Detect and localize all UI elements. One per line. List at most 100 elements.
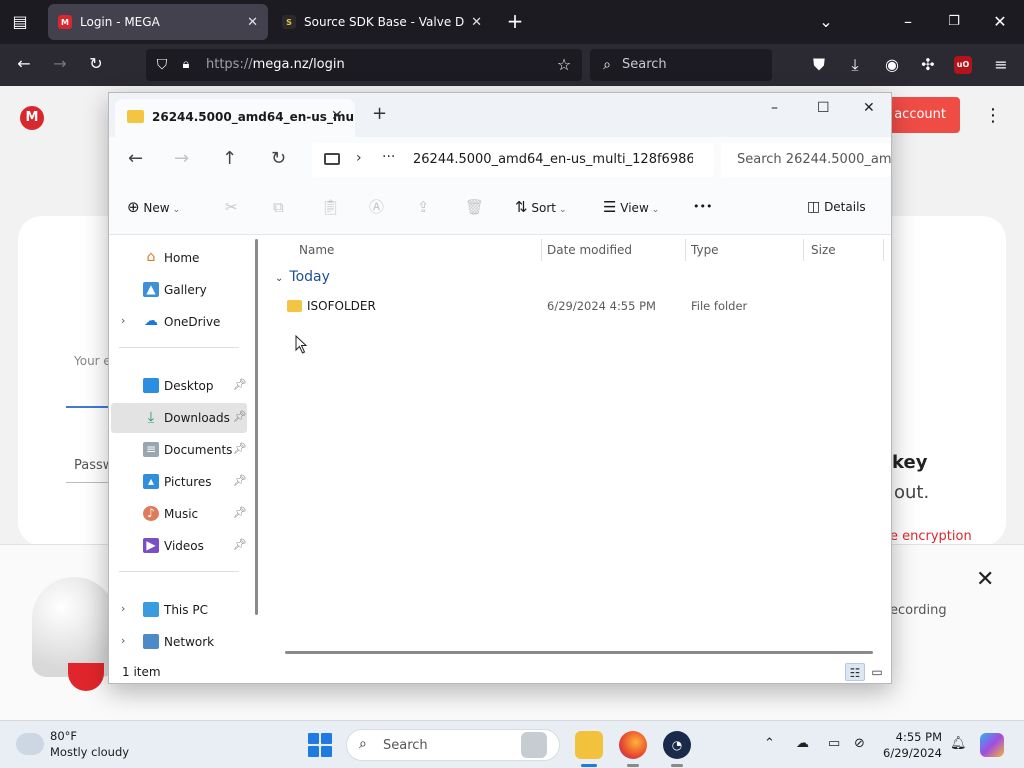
minimize-icon[interactable]: –	[771, 99, 778, 117]
downloads-icon[interactable]: ⤓	[844, 55, 866, 75]
back-icon[interactable]: ←	[14, 54, 34, 74]
paste-icon[interactable]: 📋︎	[321, 198, 340, 216]
column-divider[interactable]	[803, 239, 804, 261]
pin-icon[interactable]: 📌︎	[233, 378, 247, 391]
file-row[interactable]: ISOFOLDER 6/29/2024 4:55 PM File folder	[279, 295, 879, 317]
menu-icon[interactable]: ≡	[990, 55, 1012, 75]
taskbar-search-box[interactable]: ⌕ Search	[346, 729, 560, 761]
nav-item-gallery[interactable]: ▲ Gallery	[111, 275, 247, 305]
cut-icon[interactable]: ✂	[225, 198, 238, 216]
column-divider[interactable]	[883, 239, 884, 261]
tiles-view-icon[interactable]: ▭	[867, 663, 887, 681]
tab-source-sdk[interactable]: S Source SDK Base - Valve Develo ✕	[272, 4, 492, 40]
account-icon[interactable]: ◉	[881, 55, 903, 75]
chevron-right-icon[interactable]: ›	[121, 602, 125, 615]
copy-icon[interactable]: ⧉	[273, 198, 284, 216]
clock-time[interactable]: 4:55 PM	[872, 730, 942, 744]
close-notification-icon[interactable]: ✕	[976, 567, 994, 592]
pin-icon[interactable]: 📌︎	[233, 442, 247, 455]
pin-icon[interactable]: 📌︎	[233, 410, 247, 423]
more-path-icon[interactable]: ···	[382, 149, 395, 165]
tab-login-mega[interactable]: M Login - MEGA ✕	[48, 4, 268, 40]
minimize-icon[interactable]: –	[898, 12, 918, 32]
encryption-link[interactable]: e encryption	[890, 529, 972, 544]
close-window-icon[interactable]: ✕	[990, 12, 1010, 32]
new-tab-icon[interactable]: +	[505, 11, 525, 31]
copilot-icon[interactable]	[980, 733, 1004, 757]
clock-date[interactable]: 6/29/2024	[856, 746, 942, 760]
pin-icon[interactable]: 📌︎	[233, 506, 247, 519]
nav-item-desktop[interactable]: Desktop 📌︎	[111, 371, 247, 401]
chevron-right-icon[interactable]: ›	[121, 314, 125, 327]
weather-condition[interactable]: Mostly cloudy	[50, 745, 129, 759]
forward-icon[interactable]: →	[174, 149, 189, 169]
chevron-right-icon[interactable]: ›	[356, 150, 362, 166]
reload-icon[interactable]: ↻	[86, 54, 106, 74]
onedrive-offline-icon[interactable]: ☁	[796, 735, 809, 753]
mega-logo[interactable]: M	[20, 106, 44, 130]
start-button[interactable]	[308, 733, 332, 757]
column-header-name[interactable]: Name	[299, 243, 334, 257]
ublock-origin-icon[interactable]: uO	[954, 56, 972, 74]
address-bar[interactable]: › ··· 26244.5000_amd64_en-us_multi_128f6…	[312, 143, 714, 177]
firefox-app-icon[interactable]	[619, 731, 647, 767]
notification-bell-icon[interactable]: 🔔︎	[950, 735, 967, 753]
weather-cloud-icon[interactable]	[14, 729, 44, 755]
more-options-icon[interactable]: ⋮	[984, 106, 1002, 126]
nav-item-music[interactable]: ♪ Music 📌︎	[111, 499, 247, 529]
rename-icon[interactable]: Ⓐ	[369, 198, 384, 216]
column-divider[interactable]	[685, 239, 686, 261]
close-tab-icon[interactable]: ✕	[331, 108, 343, 124]
url-bar[interactable]: ⛉ 🔒︎ https://mega.nz/login ☆	[146, 49, 582, 81]
group-header-today[interactable]: ⌄ Today	[275, 269, 330, 285]
pocket-icon[interactable]: ⛊	[808, 55, 830, 75]
list-all-tabs-icon[interactable]: ⌄	[816, 12, 836, 32]
nav-item-pictures[interactable]: ▴ Pictures 📌︎	[111, 467, 247, 497]
share-icon[interactable]: ⇪	[417, 198, 430, 216]
tab-list-icon[interactable]: ▤	[10, 12, 30, 32]
details-view-icon[interactable]: ☷	[845, 663, 865, 681]
show-hidden-icons-icon[interactable]: ⌃	[764, 735, 775, 753]
close-tab-icon[interactable]: ✕	[247, 15, 258, 30]
nav-item-network[interactable]: › Network	[111, 627, 247, 657]
close-tab-icon[interactable]: ✕	[471, 15, 482, 30]
weather-temperature[interactable]: 80°F	[50, 729, 77, 743]
bookmark-star-icon[interactable]: ☆	[554, 55, 574, 75]
file-explorer-app-icon[interactable]	[575, 731, 603, 767]
web-search-box[interactable]: ⌕ Search	[590, 49, 772, 81]
horizontal-scrollbar[interactable]	[285, 651, 873, 654]
column-header-date[interactable]: Date modified	[547, 243, 632, 257]
delete-icon[interactable]: 🗑︎	[465, 198, 484, 216]
new-button[interactable]: ⊕ New ⌄	[127, 198, 180, 219]
shield-icon[interactable]: ⛉	[152, 55, 172, 75]
nav-item-videos[interactable]: ▶ Videos 📌︎	[111, 531, 247, 561]
up-icon[interactable]: ↑	[222, 149, 237, 169]
view-button[interactable]: ☰ View ⌄	[603, 198, 659, 219]
steam-app-icon[interactable]: ◔	[663, 731, 691, 767]
extensions-icon[interactable]: ✣	[917, 55, 939, 75]
back-icon[interactable]: ←	[128, 149, 143, 169]
pin-icon[interactable]: 📌︎	[233, 538, 247, 551]
new-tab-icon[interactable]: +	[372, 105, 387, 123]
explorer-search-input[interactable]: Search 26244.5000_amd6	[721, 143, 891, 177]
maximize-icon[interactable]: ☐	[817, 99, 830, 117]
details-button[interactable]: ◫ Details	[807, 198, 866, 216]
nav-item-this-pc[interactable]: › This PC	[111, 595, 247, 625]
nav-item-downloads[interactable]: ⤓ Downloads 📌︎	[111, 403, 247, 433]
display-icon[interactable]: ▭	[828, 735, 840, 753]
refresh-icon[interactable]: ↻	[271, 149, 286, 169]
chevron-right-icon[interactable]: ›	[121, 634, 125, 647]
pin-icon[interactable]: 📌︎	[233, 474, 247, 487]
lock-icon[interactable]: 🔒︎	[178, 55, 194, 75]
nav-pane-scrollbar[interactable]	[255, 239, 258, 615]
forward-icon[interactable]: →	[50, 54, 70, 74]
sort-button[interactable]: ⇅ Sort ⌄	[515, 198, 567, 219]
close-window-icon[interactable]: ✕	[863, 99, 875, 117]
see-more-button[interactable]: •••	[693, 198, 712, 216]
explorer-tab[interactable]: 26244.5000_amd64_en-us_mu ✕	[115, 99, 355, 137]
column-header-size[interactable]: Size	[811, 243, 836, 257]
column-divider[interactable]	[541, 239, 542, 261]
nav-item-home[interactable]: ⌂ Home	[111, 243, 247, 273]
nav-item-documents[interactable]: ≡ Documents 📌︎	[111, 435, 247, 465]
nav-item-onedrive[interactable]: › ☁ OneDrive	[111, 307, 247, 337]
